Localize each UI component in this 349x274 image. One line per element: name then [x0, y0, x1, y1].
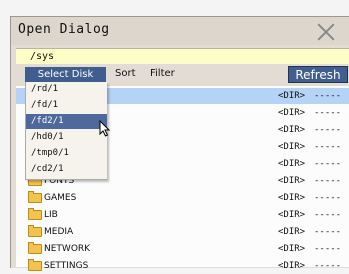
select-disk-button[interactable]: Select Disk: [25, 67, 106, 82]
file-name: MEDIA: [44, 227, 74, 237]
file-type: <DIR>: [278, 193, 306, 203]
file-row[interactable]: GAMES <DIR> -----: [16, 190, 349, 206]
file-size: -----: [314, 210, 342, 220]
file-name: LIB: [44, 210, 58, 220]
file-size: -----: [314, 227, 342, 237]
sort-button[interactable]: Sort: [115, 68, 136, 79]
window-title: Open Dialog: [18, 22, 110, 37]
file-type: <DIR>: [278, 142, 306, 152]
filter-button[interactable]: Filter: [150, 68, 175, 79]
disk-option-hd0[interactable]: /hd0/1: [26, 130, 107, 145]
file-row[interactable]: SETTINGS <DIR> -----: [16, 258, 349, 274]
disk-dropdown[interactable]: /rd/1 /fd/1 /fd2/1 /hd0/1 /tmp0/1 /cd2/1: [25, 82, 107, 180]
file-type: <DIR>: [278, 244, 306, 254]
file-name: GAMES: [44, 193, 77, 203]
file-size: -----: [314, 108, 342, 118]
disk-option-fd1[interactable]: /fd/1: [26, 98, 107, 113]
path-value: /sys: [30, 51, 55, 62]
file-row[interactable]: NETWORK <DIR> -----: [16, 241, 349, 257]
file-size: -----: [314, 125, 342, 135]
file-name: NETWORK: [44, 244, 91, 254]
disk-option-tmp0[interactable]: /tmp0/1: [26, 146, 107, 161]
file-type: <DIR>: [278, 176, 306, 186]
file-name: SETTINGS: [44, 261, 89, 271]
file-row[interactable]: MEDIA <DIR> -----: [16, 224, 349, 240]
folder-icon: [28, 191, 42, 203]
folder-icon: [28, 225, 42, 237]
file-type: <DIR>: [278, 159, 306, 169]
file-type: <DIR>: [278, 227, 306, 237]
title-bar[interactable]: Open Dialog: [11, 17, 349, 45]
file-type: <DIR>: [278, 91, 306, 101]
file-row[interactable]: LIB <DIR> -----: [16, 207, 349, 223]
file-size: -----: [314, 176, 342, 186]
refresh-button[interactable]: Refresh: [288, 66, 348, 83]
disk-option-rd1[interactable]: /rd/1: [26, 82, 107, 97]
disk-option-cd2[interactable]: /cd2/1: [26, 162, 107, 177]
close-icon[interactable]: [319, 20, 333, 42]
path-field[interactable]: /sys: [16, 48, 349, 64]
file-type: <DIR>: [278, 108, 306, 118]
file-size: -----: [314, 193, 342, 203]
file-size: -----: [314, 261, 342, 271]
folder-icon: [28, 242, 42, 254]
folder-icon: [28, 259, 42, 271]
file-type: <DIR>: [278, 261, 306, 271]
disk-option-fd2[interactable]: /fd2/1: [26, 114, 107, 129]
file-size: -----: [314, 159, 342, 169]
file-type: <DIR>: [278, 125, 306, 135]
file-size: -----: [314, 142, 342, 152]
file-size: -----: [314, 244, 342, 254]
file-type: <DIR>: [278, 210, 306, 220]
file-size: -----: [314, 91, 342, 101]
mouse-pointer-icon: [99, 120, 111, 137]
folder-icon: [28, 208, 42, 220]
